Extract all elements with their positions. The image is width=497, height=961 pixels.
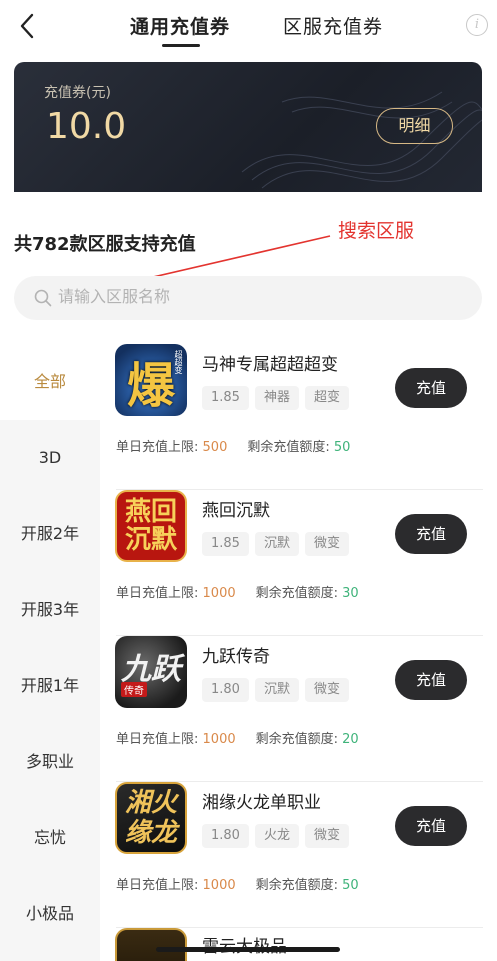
tag-version: 1.85 bbox=[202, 386, 249, 410]
remaining-quota-value: 30 bbox=[342, 586, 359, 601]
tag: 沉默 bbox=[254, 678, 299, 702]
sidebar-item-wangyou[interactable]: 忘忧 bbox=[0, 800, 100, 876]
tag: 微变 bbox=[304, 532, 349, 556]
charge-button[interactable]: 充值 bbox=[395, 514, 467, 554]
game-name: 雷云大极品 bbox=[202, 932, 287, 957]
game-name: 湘缘火龙单职业 bbox=[202, 793, 321, 813]
daily-limit-value: 1000 bbox=[202, 586, 236, 601]
home-indicator bbox=[156, 947, 340, 952]
sidebar-item-3d[interactable]: 3D bbox=[0, 420, 100, 496]
tag: 沉默 bbox=[254, 532, 299, 556]
daily-limit-value: 500 bbox=[202, 440, 228, 455]
game-icon: 燕回沉默 bbox=[115, 490, 187, 562]
charge-button[interactable]: 充值 bbox=[395, 660, 467, 700]
tag-version: 1.80 bbox=[202, 824, 249, 848]
voucher-balance: 10.0 bbox=[46, 106, 127, 147]
game-tags: 1.85 神器 超变 bbox=[202, 386, 349, 410]
game-list-item: 九跃 传奇 九跃传奇 1.80 沉默 微变 充值 单日充值上限: 1000 剩余充… bbox=[100, 636, 497, 782]
game-list-item: 湘火缘龙 湘缘火龙单职业 1.80 火龙 微变 充值 单日充值上限: 1000 剩… bbox=[100, 782, 497, 928]
tag: 微变 bbox=[304, 824, 349, 848]
game-icon: 湘火缘龙 bbox=[115, 782, 187, 854]
game-tags: 1.85 沉默 微变 bbox=[202, 532, 349, 556]
search-bar[interactable] bbox=[14, 276, 482, 320]
voucher-balance-card: 充值券(元) 10.0 明细 bbox=[14, 62, 482, 192]
tag-version: 1.80 bbox=[202, 678, 249, 702]
recharge-limits: 单日充值上限: 1000 剩余充值额度: 30 bbox=[116, 586, 359, 601]
sidebar-item-open-3y[interactable]: 开服3年 bbox=[0, 572, 100, 648]
sidebar-item-small-rare[interactable]: 小极品 bbox=[0, 876, 100, 952]
recharge-limits: 单日充值上限: 1000 剩余充值额度: 50 bbox=[116, 878, 359, 893]
game-list-item-partial: 雷云大极品 bbox=[100, 928, 497, 961]
game-icon: 九跃 传奇 bbox=[115, 636, 187, 708]
sidebar-item-all[interactable]: 全部 bbox=[0, 344, 100, 420]
tab-general-voucher[interactable]: 通用充值券 bbox=[130, 12, 230, 39]
recharge-limits: 单日充值上限: 1000 剩余充值额度: 20 bbox=[116, 732, 359, 747]
game-icon: 爆 超超变 bbox=[115, 344, 187, 416]
header: 通用充值券 区服充值券 i bbox=[0, 0, 497, 56]
tab-server-voucher[interactable]: 区服充值券 bbox=[283, 12, 383, 39]
remaining-quota-value: 50 bbox=[342, 878, 359, 893]
recharge-limits: 单日充值上限: 500 剩余充值额度: 50 bbox=[116, 440, 351, 455]
game-name: 马神专属超超超变 bbox=[202, 355, 338, 375]
active-tab-indicator bbox=[162, 44, 200, 47]
game-list-item: 爆 超超变 马神专属超超超变 1.85 神器 超变 充值 单日充值上限: 500… bbox=[100, 344, 497, 490]
info-icon[interactable]: i bbox=[466, 14, 488, 36]
category-sidebar: 全部 3D 开服2年 开服3年 开服1年 多职业 忘忧 小极品 bbox=[0, 344, 100, 961]
game-icon bbox=[115, 928, 187, 961]
back-arrow-icon[interactable] bbox=[16, 12, 40, 40]
game-name: 燕回沉默 bbox=[202, 501, 270, 521]
daily-limit-value: 1000 bbox=[202, 878, 236, 893]
charge-button[interactable]: 充值 bbox=[395, 806, 467, 846]
tag: 火龙 bbox=[254, 824, 299, 848]
sidebar-item-multi-class[interactable]: 多职业 bbox=[0, 724, 100, 800]
annotation-label: 搜索区服 bbox=[338, 220, 415, 242]
tag: 微变 bbox=[304, 678, 349, 702]
detail-button[interactable]: 明细 bbox=[376, 108, 453, 144]
game-list-item: 燕回沉默 燕回沉默 1.85 沉默 微变 充值 单日充值上限: 1000 剩余充值… bbox=[100, 490, 497, 636]
sidebar-item-open-2y[interactable]: 开服2年 bbox=[0, 496, 100, 572]
remaining-quota-value: 50 bbox=[333, 440, 351, 455]
tag: 神器 bbox=[254, 386, 299, 410]
daily-limit-value: 1000 bbox=[202, 732, 236, 747]
sidebar-item-open-1y[interactable]: 开服1年 bbox=[0, 648, 100, 724]
voucher-label: 充值券(元) bbox=[44, 85, 111, 101]
tag: 超变 bbox=[304, 386, 349, 410]
charge-button[interactable]: 充值 bbox=[395, 368, 467, 408]
game-tags: 1.80 沉默 微变 bbox=[202, 678, 349, 702]
remaining-quota-value: 20 bbox=[342, 732, 359, 747]
supported-servers-count: 共782款区服支持充值 bbox=[14, 234, 196, 255]
search-icon bbox=[34, 289, 52, 307]
search-input[interactable] bbox=[58, 276, 458, 320]
game-tags: 1.80 火龙 微变 bbox=[202, 824, 349, 848]
game-name: 九跃传奇 bbox=[202, 647, 270, 667]
tag-version: 1.85 bbox=[202, 532, 249, 556]
